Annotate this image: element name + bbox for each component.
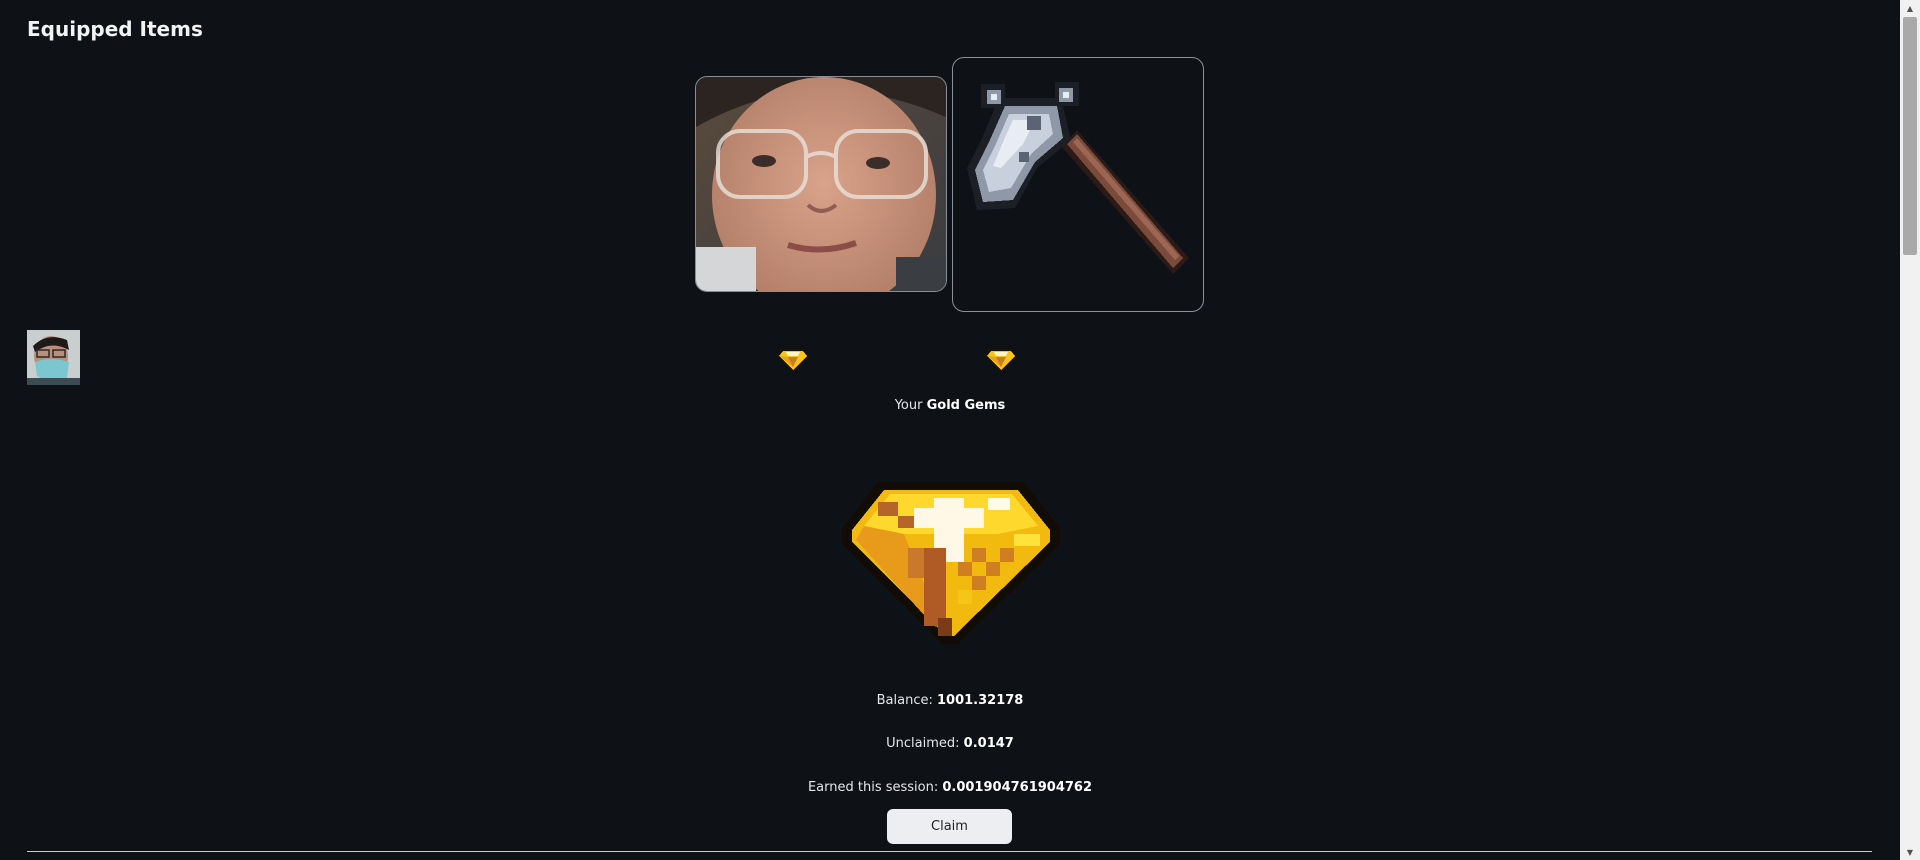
balance-text: Balance: 1001.32178: [0, 693, 1900, 708]
avatar-image: [27, 330, 80, 385]
unclaimed-label: Unclaimed:: [886, 736, 964, 751]
gold-gem-icon: [984, 345, 1018, 373]
scroll-up-arrow-icon[interactable]: ▲: [1900, 0, 1920, 16]
earned-value: 0.001904761904762: [942, 780, 1093, 795]
scroll-down-arrow-icon[interactable]: ▼: [1900, 844, 1920, 860]
divider: [27, 851, 1872, 852]
equipped-tool-slot[interactable]: [952, 57, 1204, 312]
scrollbar-thumb[interactable]: [1903, 17, 1917, 255]
gold-gem-icon: [776, 345, 810, 373]
earned-session-text: Earned this session: 0.001904761904762: [0, 780, 1900, 795]
user-avatar[interactable]: [27, 330, 80, 385]
pixel-axe-icon: [967, 82, 1189, 274]
earned-label: Earned this session:: [807, 780, 943, 795]
balance-value: 1001.32178: [937, 693, 1024, 708]
gems-heading: Your Gold Gems: [0, 398, 1900, 413]
gems-prefix: Your: [894, 398, 927, 413]
balance-label: Balance:: [876, 693, 937, 708]
page-title: Equipped Items: [27, 17, 203, 41]
unclaimed-value: 0.0147: [963, 736, 1014, 751]
big-gold-gem-icon: [838, 478, 1064, 648]
face-photo-icon: [696, 77, 946, 291]
page-scrollbar[interactable]: ▲ ▼: [1900, 0, 1920, 860]
unclaimed-text: Unclaimed: 0.0147: [0, 736, 1900, 751]
equipped-head-slot[interactable]: [695, 76, 947, 292]
gems-name: Gold Gems: [926, 398, 1006, 413]
page: Equipped Items Your Gold Gems Balance: 1…: [0, 0, 1920, 860]
claim-button[interactable]: Claim: [887, 809, 1012, 844]
